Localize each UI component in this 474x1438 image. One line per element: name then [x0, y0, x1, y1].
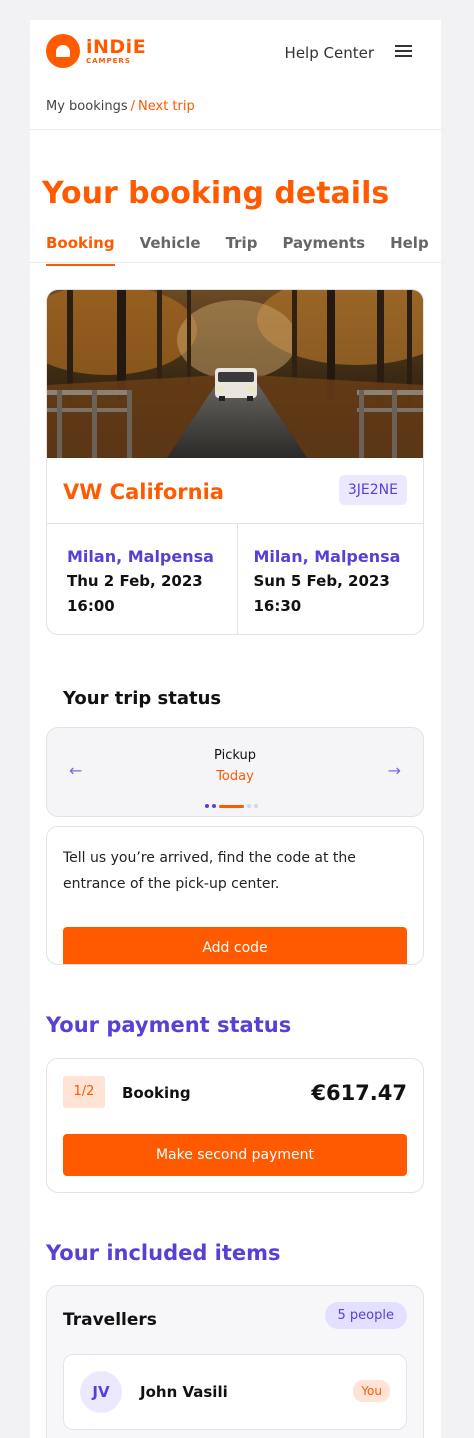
dropoff-location: Milan, Malpensa [253, 547, 401, 566]
tabs-divider [30, 262, 441, 263]
trip-status-carousel: ← Pickup Today → [46, 727, 424, 817]
pickup-leg: Milan, Malpensa Thu 2 Feb, 2023 16:00 [47, 524, 237, 634]
app-container: iNDiE CAMPERS Help Center My bookings / Ne… [30, 20, 441, 1438]
breadcrumb: My bookings / Next trip [46, 99, 195, 114]
vehicle-name: VW California [63, 480, 224, 504]
arrow-right-icon[interactable]: → [388, 761, 401, 780]
payment-amount: €617.47 [311, 1081, 407, 1105]
payment-status-card: 1/2 Booking €617.47 Make second payment [46, 1058, 424, 1193]
breadcrumb-current: Next trip [138, 99, 195, 114]
travellers-card: Travellers 5 people JV John Vasili You [46, 1285, 424, 1438]
avatar: JV [80, 1371, 122, 1413]
payment-label: Booking [122, 1084, 191, 1102]
you-badge: You [353, 1380, 390, 1402]
add-code-button[interactable]: Add code [63, 927, 407, 964]
logo-word: iNDiE [86, 35, 147, 58]
carousel-dot[interactable] [212, 804, 216, 808]
pickup-instruction-card: Tell us you’re arrived, find the code at… [46, 826, 424, 965]
hamburger-menu-icon[interactable] [395, 45, 412, 58]
trip-legs: Milan, Malpensa Thu 2 Feb, 2023 16:00 Mi… [47, 524, 423, 634]
logo-subtitle: CAMPERS [86, 56, 131, 65]
status-step-value: Today [216, 769, 254, 784]
payment-status-heading: Your payment status [46, 1013, 292, 1037]
carousel-dot[interactable] [254, 804, 258, 808]
pickup-instruction-text: Tell us you’re arrived, find the code at… [63, 850, 356, 892]
travellers-label: Travellers [63, 1310, 157, 1330]
site-header: iNDiE CAMPERS Help Center [30, 20, 441, 86]
pickup-time: 16:00 [67, 597, 115, 615]
page-title: Your booking details [42, 176, 390, 211]
booking-code-badge: 3JE2NE [338, 475, 407, 505]
dropoff-leg: Milan, Malpensa Sun 5 Feb, 2023 16:30 [236, 524, 424, 634]
logo-mark-icon [46, 34, 80, 68]
pickup-location: Milan, Malpensa [67, 547, 214, 566]
included-items-heading: Your included items [46, 1241, 281, 1265]
pickup-date: Thu 2 Feb, 2023 [67, 572, 203, 590]
dropoff-time: 16:30 [253, 597, 302, 615]
payment-step-badge: 1/2 [63, 1076, 105, 1108]
traveller-name: John Vasili [140, 1383, 228, 1401]
carousel-dot[interactable] [205, 804, 209, 808]
travellers-count-badge: 5 people [324, 1302, 407, 1329]
carousel-dot[interactable] [247, 804, 251, 808]
indie-campers-logo[interactable]: iNDiE CAMPERS [46, 34, 146, 68]
carousel-dots [205, 804, 261, 808]
booking-summary-card: VW California 3JE2NE Milan, Malpensa Thu… [46, 289, 424, 635]
traveller-row[interactable]: JV John Vasili You [63, 1354, 407, 1430]
trip-status-heading: Your trip status [63, 688, 222, 709]
dropoff-date: Sun 5 Feb, 2023 [253, 572, 390, 590]
top-backdrop [0, 0, 474, 20]
vehicle-photo [47, 290, 423, 458]
logo-text: iNDiE CAMPERS [86, 35, 147, 65]
header-divider [30, 129, 441, 130]
carousel-dot-active[interactable] [219, 804, 244, 808]
vehicle-row: VW California 3JE2NE [47, 458, 423, 524]
status-step-label: Pickup [214, 748, 256, 763]
forest-road-image [47, 290, 423, 458]
make-second-payment-button[interactable]: Make second payment [63, 1134, 407, 1176]
breadcrumb-separator: / [130, 99, 135, 114]
help-center-link[interactable]: Help Center [285, 44, 374, 62]
breadcrumb-my-bookings[interactable]: My bookings [46, 99, 128, 114]
